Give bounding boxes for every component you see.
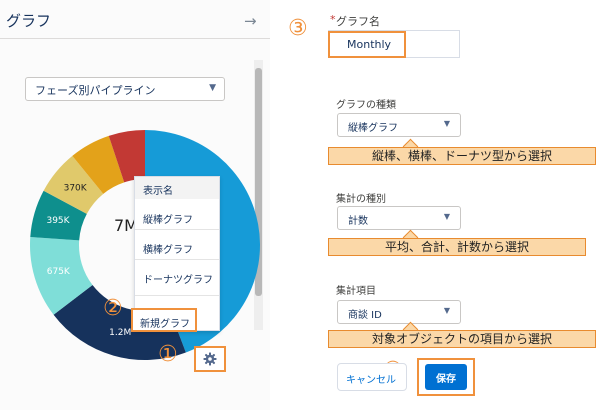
- caret-down-icon: ▼: [443, 306, 450, 315]
- aggregate-type-value: 計数: [348, 216, 368, 227]
- save-label: 保存: [436, 374, 456, 385]
- panel-title: グラフ: [6, 12, 52, 30]
- menu-item-column-chart[interactable]: 縦棒グラフ: [143, 211, 193, 226]
- chart-type-value: 縦棒グラフ: [348, 123, 398, 134]
- donut-slice-label: 1.2M: [109, 328, 131, 338]
- caret-down-icon: ▼: [443, 119, 450, 128]
- caret-down-icon: ▼: [443, 212, 450, 221]
- step-2-marker: ②: [103, 296, 123, 321]
- donut-slice-label: 370K: [64, 183, 88, 193]
- aggregate-field-select[interactable]: 商談 ID ▼: [337, 300, 461, 324]
- chart-type-select[interactable]: 縦棒グラフ ▼: [337, 113, 461, 137]
- cancel-label: キャンセル: [346, 375, 396, 386]
- chart-type-label: グラフの種類: [336, 100, 396, 111]
- save-button[interactable]: 保存: [425, 364, 467, 390]
- callout-aggregate-type: 平均、合計、計数から選択: [328, 238, 586, 256]
- callout-aggregate-field: 対象オブジェクトの項目から選択: [328, 330, 596, 348]
- new-chart-label: 新規グラフ: [140, 319, 190, 330]
- chart-name-highlight[interactable]: Monthly: [328, 31, 406, 58]
- aggregate-field-value: 商談 ID: [348, 310, 382, 321]
- chart-settings-button[interactable]: [194, 346, 226, 372]
- gear-icon: [203, 352, 217, 366]
- chart-name-value: Monthly: [347, 38, 392, 51]
- divider: [0, 38, 270, 39]
- new-chart-menu-item[interactable]: 新規グラフ: [131, 308, 197, 332]
- aggregate-type-label: 集計の種別: [336, 194, 386, 205]
- menu-header-label: 表示名: [143, 186, 173, 197]
- menu-divider: [135, 259, 219, 260]
- menu-item-bar-chart[interactable]: 横棒グラフ: [143, 241, 193, 256]
- menu-item-donut-chart[interactable]: ドーナツグラフ: [143, 271, 213, 286]
- report-select-value: フェーズ別パイプライン: [35, 84, 156, 97]
- menu-divider: [135, 295, 219, 296]
- aggregate-type-select[interactable]: 計数 ▼: [337, 206, 461, 230]
- donut-slice-label: 675K: [47, 267, 71, 277]
- required-mark: *: [330, 13, 336, 26]
- menu-divider: [135, 229, 219, 230]
- step-1-marker: ①: [158, 342, 178, 367]
- chart-name-label: グラフ名: [336, 15, 380, 28]
- caret-down-icon: ▼: [209, 83, 216, 93]
- report-select[interactable]: フェーズ別パイプライン ▼: [25, 77, 225, 101]
- arrow-right-icon[interactable]: →: [244, 12, 257, 30]
- cancel-button[interactable]: キャンセル: [337, 363, 407, 391]
- menu-header: 表示名: [135, 177, 219, 199]
- chart-panel-header: グラフ →: [0, 0, 270, 38]
- callout-chart-type: 縦棒、横棒、ドーナツ型から選択: [328, 147, 596, 165]
- donut-slice-label: 395K: [46, 216, 70, 226]
- aggregate-field-label: 集計項目: [336, 286, 376, 297]
- save-highlight: 保存: [417, 358, 475, 396]
- step-3-marker: ③: [288, 16, 308, 41]
